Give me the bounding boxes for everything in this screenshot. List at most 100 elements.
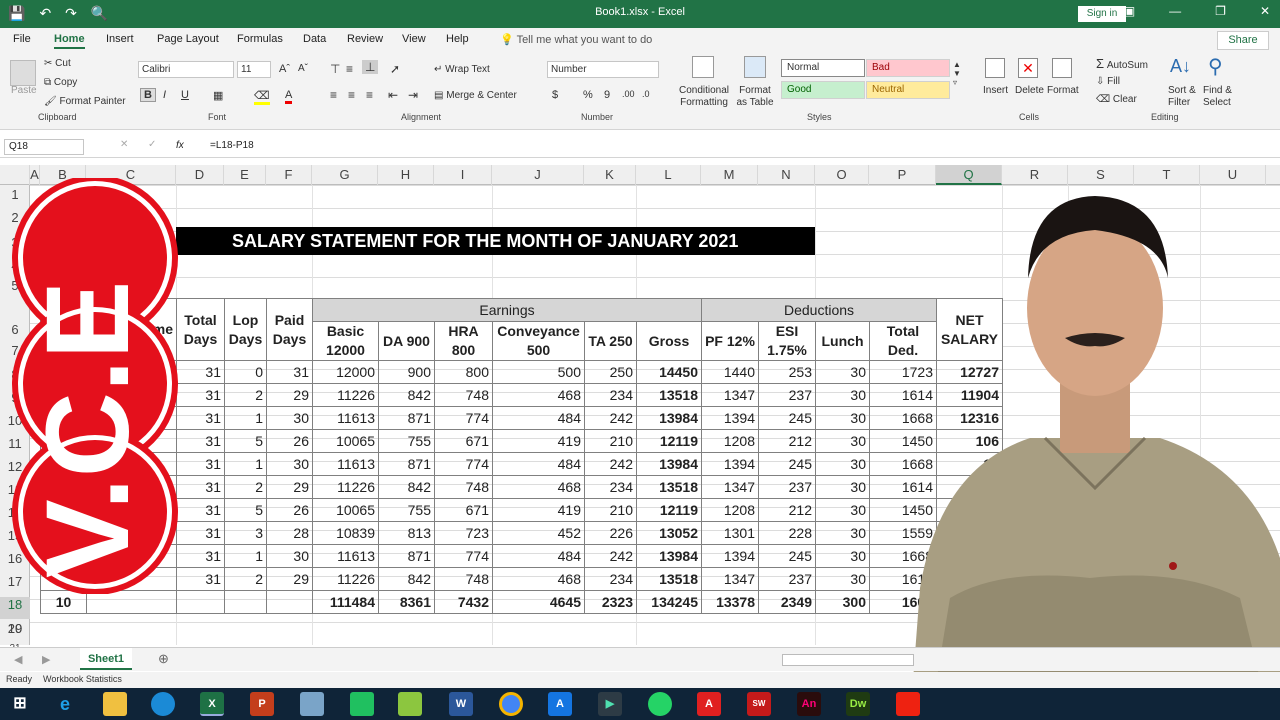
cell-pf[interactable]: 1347	[701, 475, 759, 499]
cell-lop-days[interactable]: 1	[224, 544, 267, 568]
cell-conveyance[interactable]: 419	[492, 429, 585, 453]
cell-gross[interactable]: 14450	[636, 360, 702, 384]
cell-basic[interactable]: 11613	[312, 452, 379, 476]
cell-hra[interactable]: 748	[434, 567, 493, 591]
sign-in-button[interactable]: Sign in	[1078, 6, 1126, 22]
cell-lunch[interactable]: 30	[815, 452, 870, 476]
cell-da[interactable]: 755	[378, 498, 435, 522]
app-lime-icon[interactable]	[398, 692, 422, 716]
align-bottom-icon[interactable]: ⊥	[362, 60, 379, 74]
cell-basic[interactable]: 12000	[312, 360, 379, 384]
total-basic[interactable]: 111484	[312, 590, 379, 614]
cell-hra[interactable]: 748	[434, 475, 493, 499]
cell-pf[interactable]: 1301	[701, 521, 759, 545]
tab-insert[interactable]: Insert	[106, 33, 134, 45]
cell-paid-days[interactable]: 26	[266, 429, 313, 453]
total-pf[interactable]: 13378	[701, 590, 759, 614]
style-good[interactable]: Good	[781, 81, 865, 99]
cell-lop-days[interactable]: 1	[224, 406, 267, 430]
sort-filter-button[interactable]: Sort & Filter	[1168, 85, 1204, 109]
col-header-j[interactable]: J	[492, 165, 584, 185]
cell-pf[interactable]: 1208	[701, 498, 759, 522]
cell-lunch[interactable]: 30	[815, 383, 870, 407]
increase-decimal-icon[interactable]: .00	[622, 89, 635, 99]
percent-icon[interactable]: %	[583, 89, 593, 101]
cell-da[interactable]: 813	[378, 521, 435, 545]
increase-indent-icon[interactable]: ⇥	[408, 88, 418, 102]
cell-basic[interactable]: 10065	[312, 429, 379, 453]
tab-page-layout[interactable]: Page Layout	[157, 33, 219, 45]
tab-formulas[interactable]: Formulas	[237, 33, 283, 45]
filmora-icon[interactable]: ▶	[598, 692, 622, 716]
cell-gross[interactable]: 13518	[636, 383, 702, 407]
cell-pf[interactable]: 1440	[701, 360, 759, 384]
cell-da[interactable]: 842	[378, 567, 435, 591]
cell-conveyance[interactable]: 500	[492, 360, 585, 384]
cell-gross[interactable]: 13984	[636, 406, 702, 430]
solidworks-icon[interactable]: SW	[747, 692, 771, 716]
cut-button[interactable]: ✂ Cut	[44, 58, 71, 69]
chrome-icon[interactable]	[499, 692, 523, 716]
cell-gross[interactable]: 13052	[636, 521, 702, 545]
tab-data[interactable]: Data	[303, 33, 326, 45]
cell-da[interactable]: 871	[378, 544, 435, 568]
delete-button[interactable]: Delete	[1015, 85, 1044, 96]
cell-basic[interactable]: 11613	[312, 544, 379, 568]
col-header-n[interactable]: N	[758, 165, 815, 185]
cell-ta[interactable]: 234	[584, 567, 637, 591]
cell-esi[interactable]: 245	[758, 406, 816, 430]
new-sheet-icon[interactable]: ⊕	[158, 651, 169, 667]
style-neutral[interactable]: Neutral	[866, 81, 950, 99]
col-header-e[interactable]: E	[224, 165, 266, 185]
cell-esi[interactable]: 253	[758, 360, 816, 384]
shrink-font-icon[interactable]: Aˇ	[298, 63, 308, 74]
number-format-select[interactable]: Number	[547, 61, 659, 78]
cell-lunch[interactable]: 30	[815, 360, 870, 384]
cell-conveyance[interactable]: 468	[492, 567, 585, 591]
merge-center-button[interactable]: ▤ Merge & Center	[434, 90, 517, 101]
cell-pf[interactable]: 1394	[701, 544, 759, 568]
tab-home[interactable]: Home	[54, 33, 85, 49]
cell-esi[interactable]: 245	[758, 544, 816, 568]
cell-gross[interactable]: 13984	[636, 452, 702, 476]
cell-hra[interactable]: 800	[434, 360, 493, 384]
total-hra[interactable]: 7432	[434, 590, 493, 614]
total-da[interactable]: 8361	[378, 590, 435, 614]
format-as-table-button[interactable]: Format as Table	[734, 85, 776, 109]
table-cell[interactable]	[266, 590, 313, 614]
cell-pf[interactable]: 1347	[701, 567, 759, 591]
cell-ta[interactable]: 210	[584, 498, 637, 522]
cell-paid-days[interactable]: 30	[266, 406, 313, 430]
excel-icon[interactable]: X	[200, 692, 224, 716]
ribbon-display-icon[interactable]: ▣	[1124, 4, 1135, 18]
cell-lunch[interactable]: 30	[815, 498, 870, 522]
copy-button[interactable]: ⧉ Copy	[44, 77, 77, 88]
cell-paid-days[interactable]: 29	[266, 383, 313, 407]
col-header-f[interactable]: F	[266, 165, 312, 185]
cell-conveyance[interactable]: 452	[492, 521, 585, 545]
cell-esi[interactable]: 228	[758, 521, 816, 545]
format-button[interactable]: Format	[1047, 85, 1079, 96]
cell-lop-days[interactable]: 1	[224, 452, 267, 476]
powerpoint-icon[interactable]: P	[250, 692, 274, 716]
tab-view[interactable]: View	[402, 33, 426, 45]
cell-hra[interactable]: 748	[434, 383, 493, 407]
align-top-icon[interactable]: ⊤	[330, 62, 340, 76]
cell-lop-days[interactable]: 2	[224, 383, 267, 407]
insert-function-icon[interactable]: fx	[176, 140, 184, 151]
word-icon[interactable]: W	[449, 692, 473, 716]
total-gross[interactable]: 134245	[636, 590, 702, 614]
cell-hra[interactable]: 723	[434, 521, 493, 545]
cell-ta[interactable]: 210	[584, 429, 637, 453]
windows-start-icon[interactable]: ⊞	[8, 692, 32, 716]
total-lunch[interactable]: 300	[815, 590, 870, 614]
workbook-statistics[interactable]: Workbook Statistics	[43, 674, 122, 684]
cell-gross[interactable]: 13518	[636, 567, 702, 591]
cell-lunch[interactable]: 30	[815, 567, 870, 591]
align-center-icon[interactable]: ≡	[348, 88, 355, 102]
cell-conveyance[interactable]: 468	[492, 475, 585, 499]
file-explorer-icon[interactable]	[103, 692, 127, 716]
cell-lop-days[interactable]: 5	[224, 429, 267, 453]
total-conveyance[interactable]: 4645	[492, 590, 585, 614]
enter-icon[interactable]: ✓	[148, 139, 156, 150]
